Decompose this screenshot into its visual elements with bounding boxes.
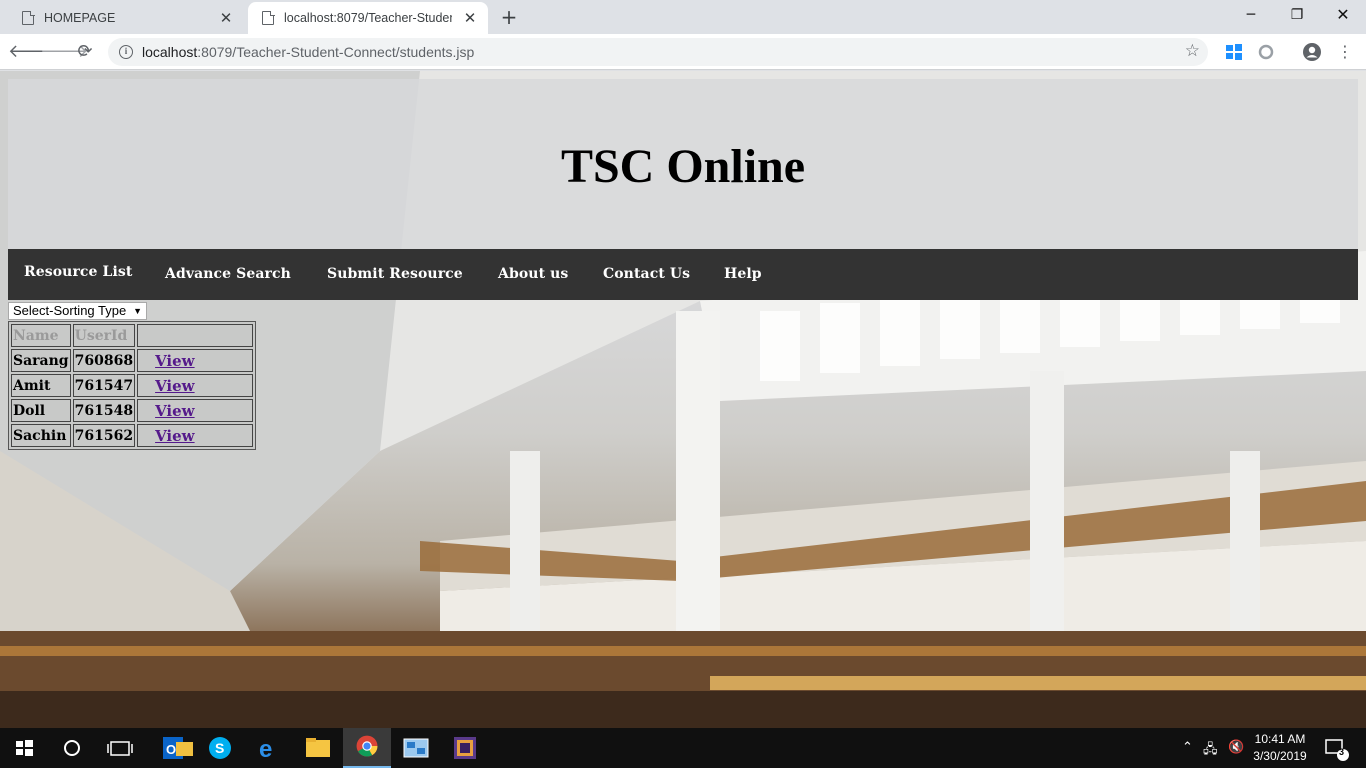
volume-muted-icon[interactable]: 🔇 (1228, 740, 1244, 755)
column-header-userid: UserId (72, 324, 136, 347)
system-clock[interactable]: 10:41 AM 3/30/2019 (1246, 731, 1314, 765)
nav-help[interactable]: Help (724, 266, 762, 282)
nav-advance-search[interactable]: Advance Search (165, 266, 291, 282)
url-path: :8079/Teacher-Student-Connect/students.j… (197, 44, 475, 60)
show-hidden-icons-chevron-icon[interactable]: ⌃ (1182, 740, 1193, 755)
student-userid: 760868 (72, 349, 136, 372)
svg-text:S: S (215, 740, 224, 756)
menu-kebab-icon[interactable]: ⋮ (1332, 40, 1358, 64)
nav-contact-us[interactable]: Contact Us (603, 266, 690, 282)
forward-button[interactable]: 🡒 (40, 40, 88, 64)
action-cell: View (137, 424, 254, 447)
student-userid: 761547 (72, 374, 136, 397)
action-cell: View (137, 399, 254, 422)
student-name: Amit (11, 374, 71, 397)
control-panel-icon[interactable] (392, 728, 440, 768)
page-icon (22, 10, 35, 25)
table-row: Amit 761547 View (11, 374, 254, 397)
reload-button[interactable]: ⟳ (72, 40, 98, 64)
tab-title: HOMEPAGE (44, 11, 116, 25)
student-userid: 761562 (72, 424, 136, 447)
column-header-action (137, 324, 254, 347)
dropdown-arrow-icon: ▼ (133, 306, 142, 316)
close-icon[interactable]: ✕ (462, 10, 478, 26)
back-button[interactable]: 🡐 (8, 40, 56, 64)
main-navbar: Resource List Advance Search Submit Reso… (8, 249, 1358, 300)
tab-title: localhost:8079/Teacher-Student-C (284, 11, 452, 25)
app-icon[interactable] (441, 728, 489, 768)
clock-date: 3/30/2019 (1253, 749, 1307, 763)
close-window-button[interactable]: ✕ (1320, 0, 1366, 30)
restore-button[interactable]: ❐ (1274, 0, 1320, 30)
action-cell: View (137, 374, 254, 397)
browser-toolbar: 🡐 🡒 ⟳ i localhost:8079/Teacher-Student-C… (0, 34, 1366, 70)
info-icon[interactable]: i (119, 45, 133, 59)
table-row: Sachin 761562 View (11, 424, 254, 447)
notification-center-icon[interactable] (1314, 728, 1360, 768)
edge-icon[interactable]: e (245, 728, 293, 768)
task-view-icon[interactable] (96, 728, 144, 768)
bookmark-star-icon[interactable]: ☆ (1185, 41, 1200, 61)
view-link[interactable]: View (139, 427, 209, 445)
new-tab-button[interactable]: + (498, 6, 520, 28)
sorting-type-selected: Select-Sorting Type (13, 303, 127, 318)
svg-text:O: O (166, 742, 176, 757)
view-link[interactable]: View (139, 352, 209, 370)
tab-students[interactable]: localhost:8079/Teacher-Student-C ✕ (248, 2, 488, 34)
file-explorer-icon[interactable] (294, 728, 342, 768)
profile-icon[interactable] (1302, 42, 1322, 62)
tab-strip: HOMEPAGE ✕ localhost:8079/Teacher-Studen… (0, 0, 1366, 34)
windows-extension-icon[interactable] (1224, 42, 1244, 62)
minimize-button[interactable]: ─ (1228, 0, 1274, 30)
nav-about-us[interactable]: About us (498, 266, 568, 282)
chrome-icon[interactable] (343, 728, 391, 768)
student-name: Doll (11, 399, 71, 422)
notification-count: 3 (1339, 747, 1345, 757)
column-header-name: Name (11, 324, 71, 347)
page-viewport: TSC Online Resource List Advance Search … (0, 71, 1366, 728)
nav-resource-list[interactable]: Resource List (24, 264, 132, 280)
search-cortana-icon[interactable] (48, 728, 96, 768)
site-title: TSC Online (560, 140, 806, 193)
action-cell: View (137, 349, 254, 372)
network-icon[interactable]: 🖧 (1203, 740, 1218, 762)
address-bar[interactable]: i localhost:8079/Teacher-Student-Connect… (108, 38, 1208, 66)
windows-start-icon[interactable] (0, 728, 48, 768)
student-name: Sarang (11, 349, 71, 372)
url-text: localhost:8079/Teacher-Student-Connect/s… (142, 44, 474, 60)
svg-text:e: e (259, 736, 272, 763)
nav-submit-resource[interactable]: Submit Resource (327, 266, 463, 282)
view-link[interactable]: View (139, 377, 209, 395)
clock-time: 10:41 AM (1254, 732, 1306, 746)
tab-homepage[interactable]: HOMEPAGE ✕ (8, 2, 244, 34)
page-icon (262, 10, 275, 25)
extension-circle-icon[interactable] (1256, 42, 1276, 62)
site-header: TSC Online (8, 79, 1358, 249)
skype-icon[interactable]: S (196, 728, 244, 768)
student-name: Sachin (11, 424, 71, 447)
table-header-row: Name UserId (11, 324, 254, 347)
windows-taskbar: O S e ⌃ 🖧 🔇 10:41 AM 3/30/2019 3 (0, 728, 1366, 768)
student-userid: 761548 (72, 399, 136, 422)
table-row: Doll 761548 View (11, 399, 254, 422)
view-link[interactable]: View (139, 402, 209, 420)
students-table: Name UserId Sarang 760868 View Amit 7615… (8, 321, 257, 450)
sorting-type-select[interactable]: Select-Sorting Type ▼ (8, 302, 147, 320)
outlook-icon[interactable]: O (154, 728, 202, 768)
close-icon[interactable]: ✕ (218, 10, 234, 26)
table-row: Sarang 760868 View (11, 349, 254, 372)
url-host: localhost (142, 44, 198, 60)
